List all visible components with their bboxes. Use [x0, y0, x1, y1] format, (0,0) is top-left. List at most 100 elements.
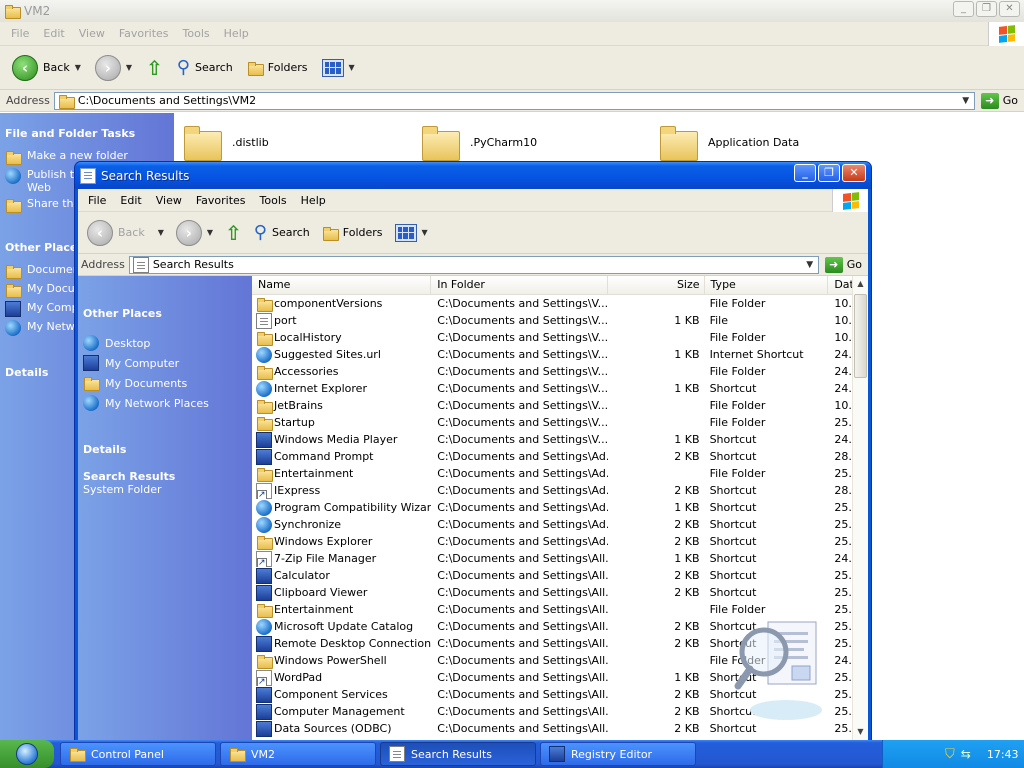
column-header-size[interactable]: Size: [608, 276, 705, 294]
chevron-down-icon[interactable]: ▼: [126, 63, 132, 72]
table-row[interactable]: Command Prompt C:\Documents and Settings\…: [252, 448, 868, 465]
up-folder-button[interactable]: ⇧: [142, 53, 167, 83]
table-row[interactable]: Calculator C:\Documents and Settings\All.…: [252, 567, 868, 584]
column-header-name[interactable]: Name: [252, 276, 432, 294]
place-link-my-computer[interactable]: My Computer: [78, 353, 252, 373]
up-folder-button[interactable]: ⇧: [221, 218, 246, 248]
security-shield-icon[interactable]: ⛉: [945, 747, 955, 762]
menu-favorites[interactable]: Favorites: [196, 194, 246, 207]
table-row[interactable]: Internet Explorer C:\Documents and Settin…: [252, 380, 868, 397]
views-button[interactable]: ▼: [391, 221, 432, 245]
maximize-button[interactable]: ❐: [818, 164, 840, 182]
folders-button[interactable]: Folders: [318, 222, 387, 244]
address-input[interactable]: Search Results ▼: [128, 255, 819, 274]
forward-button[interactable]: › ▼: [91, 52, 136, 84]
minimize-button[interactable]: _: [794, 164, 816, 182]
scroll-thumb[interactable]: [854, 294, 867, 378]
table-row[interactable]: IExpress C:\Documents and Settings\Ad... 2…: [252, 482, 868, 499]
column-header-type[interactable]: Type: [704, 276, 829, 294]
other-places-heading[interactable]: Other Places: [78, 276, 252, 320]
chevron-down-icon: ▼: [348, 63, 355, 72]
search-button[interactable]: ⚲ Search: [250, 219, 314, 246]
taskbar-item-vm2[interactable]: VM2: [220, 742, 376, 766]
menu-tools[interactable]: Tools: [183, 27, 210, 40]
menu-view[interactable]: View: [79, 27, 105, 40]
start-button[interactable]: [0, 740, 54, 768]
menu-help[interactable]: Help: [301, 194, 326, 207]
table-row[interactable]: Windows Media Player C:\Documents and Set…: [252, 431, 868, 448]
search-button[interactable]: ⚲ Search: [173, 54, 237, 81]
cell-folder: C:\Documents and Settings\Ad...: [437, 484, 609, 497]
chevron-down-icon[interactable]: ▼: [958, 93, 974, 109]
folder-item[interactable]: .distlib: [184, 125, 269, 161]
search-results-titlebar[interactable]: Search Results _ ❐ ✕: [75, 162, 871, 189]
file-icon: [256, 312, 272, 329]
table-row[interactable]: JetBrains C:\Documents and Settings\V... F…: [252, 397, 868, 414]
table-row[interactable]: port C:\Documents and Settings\V... 1 KB Fi…: [252, 312, 868, 329]
menu-edit[interactable]: Edit: [43, 27, 64, 40]
maximize-button[interactable]: ❐: [976, 1, 997, 17]
vm2-titlebar[interactable]: VM2 _ ❐ ✕: [0, 0, 1024, 22]
computer-icon: [83, 355, 99, 371]
menu-help[interactable]: Help: [224, 27, 249, 40]
folder-item[interactable]: .PyCharm10: [422, 125, 537, 161]
taskbar-item-control-panel[interactable]: Control Panel: [60, 742, 216, 766]
menu-file[interactable]: File: [88, 194, 106, 207]
folder-item[interactable]: Application Data: [660, 125, 799, 161]
taskbar-item-search-results[interactable]: Search Results: [380, 742, 536, 766]
address-input[interactable]: C:\Documents and Settings\VM2 ▼: [53, 91, 975, 110]
chevron-down-icon[interactable]: ▼: [75, 63, 81, 72]
column-header-in-folder[interactable]: In Folder: [431, 276, 609, 294]
details-type: System Folder: [83, 483, 162, 496]
back-button[interactable]: ‹ Back ▼: [83, 217, 168, 249]
place-link-my-documents[interactable]: My Documents: [78, 373, 252, 393]
forward-button[interactable]: › ▼: [172, 217, 217, 249]
file-folder-tasks-heading[interactable]: File and Folder Tasks: [0, 113, 174, 140]
go-button[interactable]: ➜ Go: [824, 256, 862, 273]
table-row[interactable]: Startup C:\Documents and Settings\V... Fil…: [252, 414, 868, 431]
table-row[interactable]: Synchronize C:\Documents and Settings\Ad.…: [252, 516, 868, 533]
folders-button[interactable]: Folders: [243, 57, 312, 79]
taskbar-item-registry-editor[interactable]: Registry Editor: [540, 742, 696, 766]
place-link-my-network-places[interactable]: My Network Places: [78, 393, 252, 413]
place-label: My Netw: [27, 320, 75, 333]
table-row[interactable]: componentVersions C:\Documents and Settin…: [252, 295, 868, 312]
network-tray-icon[interactable]: ⇆: [961, 747, 971, 761]
minimize-button[interactable]: _: [953, 1, 974, 17]
table-row[interactable]: Accessories C:\Documents and Settings\V..…: [252, 363, 868, 380]
close-button[interactable]: ✕: [999, 1, 1020, 17]
chevron-down-icon[interactable]: ▼: [802, 257, 818, 273]
menu-file[interactable]: File: [11, 27, 29, 40]
menu-edit[interactable]: Edit: [120, 194, 141, 207]
vertical-scrollbar[interactable]: ▲ ▼: [852, 276, 868, 740]
close-button[interactable]: ✕: [842, 164, 866, 182]
cell-type: File Folder: [709, 297, 766, 310]
table-row[interactable]: Program Compatibility Wizard C:\Documents…: [252, 499, 868, 516]
views-button[interactable]: ▼: [318, 56, 359, 80]
menu-view[interactable]: View: [156, 194, 182, 207]
table-row[interactable]: Entertainment C:\Documents and Settings\A…: [252, 465, 868, 482]
place-link-desktop[interactable]: Desktop: [78, 333, 252, 353]
go-button[interactable]: ➜ Go: [980, 92, 1018, 109]
back-button[interactable]: ‹ Back ▼: [8, 52, 85, 84]
scroll-up-icon[interactable]: ▲: [853, 276, 868, 292]
clock[interactable]: 17:43: [987, 748, 1019, 761]
menu-tools[interactable]: Tools: [260, 194, 287, 207]
table-row[interactable]: Windows Explorer C:\Documents and Setting…: [252, 533, 868, 550]
menu-favorites[interactable]: Favorites: [119, 27, 169, 40]
cell-size: 2 KB: [674, 518, 700, 531]
details-heading[interactable]: Details: [78, 413, 252, 456]
cell-type: File: [709, 314, 728, 327]
place-label: My Comp: [27, 301, 79, 314]
cell-type: Shortcut: [709, 382, 757, 395]
table-row[interactable]: LocalHistory C:\Documents and Settings\V.…: [252, 329, 868, 346]
table-row[interactable]: 7-Zip File Manager C:\Documents and Setti…: [252, 550, 868, 567]
table-row[interactable]: Clipboard Viewer C:\Documents and Setting…: [252, 584, 868, 601]
chevron-down-icon[interactable]: ▼: [207, 228, 213, 237]
folder-icon: [256, 602, 273, 618]
scroll-down-icon[interactable]: ▼: [853, 724, 868, 740]
cell-name: componentVersions: [252, 296, 431, 312]
cell-folder: C:\Documents and Settings\V...: [437, 382, 609, 395]
table-row[interactable]: Suggested Sites.url C:\Documents and Sett…: [252, 346, 868, 363]
chevron-down-icon[interactable]: ▼: [158, 228, 164, 237]
